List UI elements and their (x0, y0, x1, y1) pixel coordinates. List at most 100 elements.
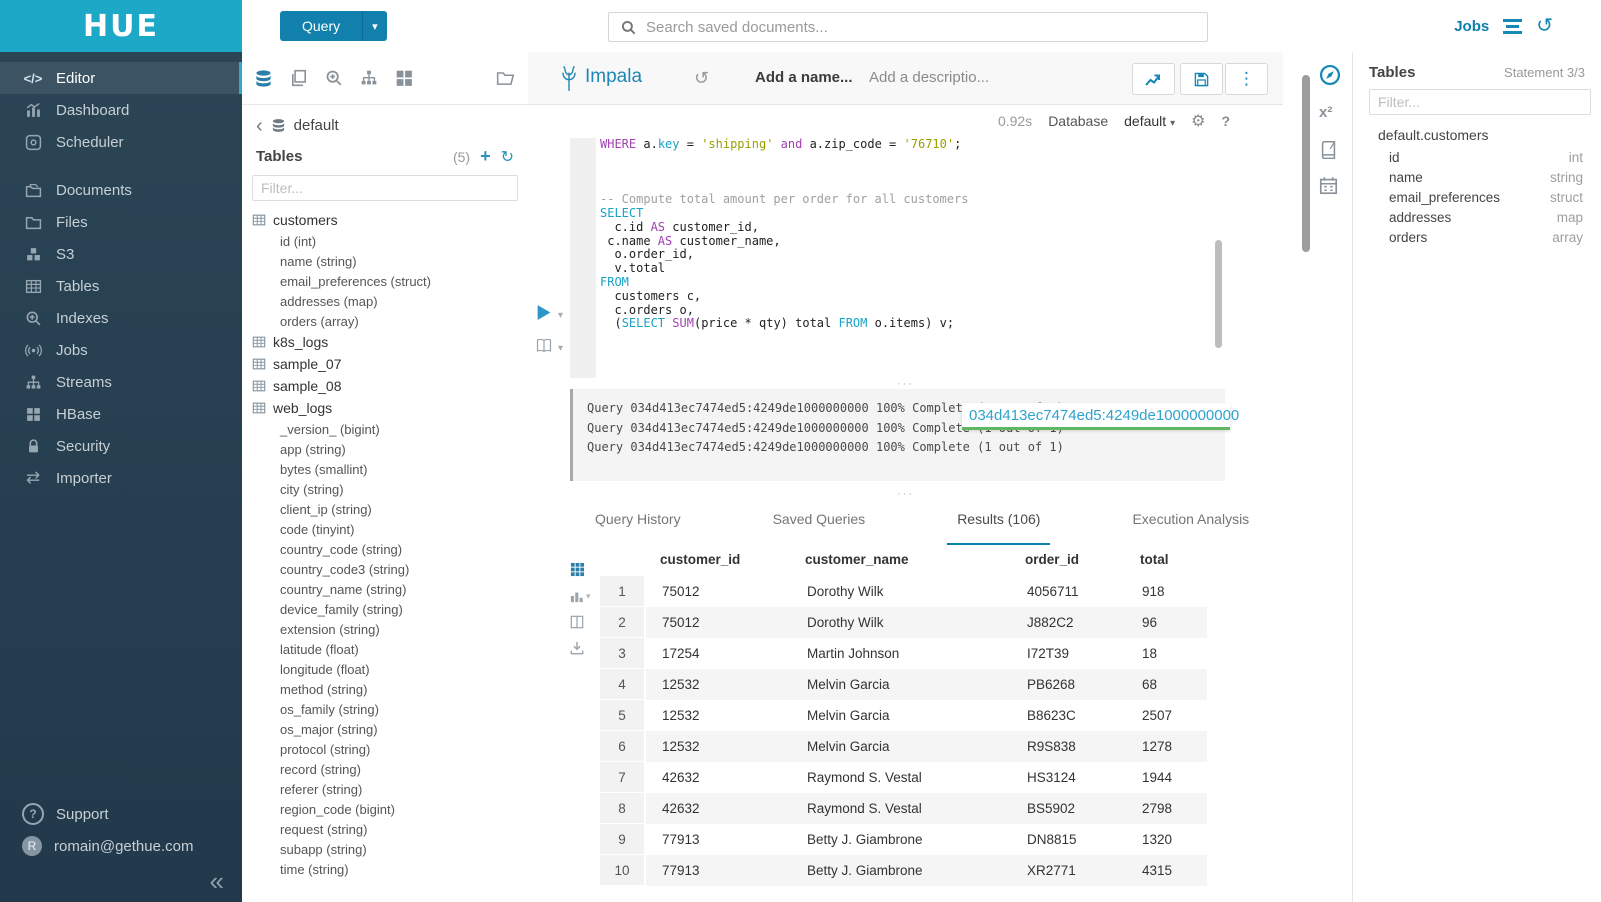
table-row[interactable]: 10 77913 Betty J. Giambrone XR2771 4315 (600, 855, 1205, 886)
code-line[interactable]: 19 -- Compute total amount per order for… (528, 193, 1283, 207)
add-table-icon[interactable]: + (480, 146, 491, 167)
code-line[interactable]: 16 (528, 152, 1283, 166)
sidebar-item-editor[interactable]: </> Editor (0, 62, 242, 94)
table-row[interactable]: 5 12532 Melvin Garcia B8623C 2507 (600, 700, 1205, 731)
search-input[interactable] (644, 18, 1207, 37)
column-row[interactable]: addresses map (1353, 207, 1601, 227)
new-query-button[interactable]: Query ▾ (280, 11, 387, 41)
current-database[interactable]: default (294, 117, 339, 134)
presentation-mode-icon[interactable] (536, 338, 552, 353)
sidebar-item-indexes[interactable]: Indexes (0, 302, 242, 334)
code-line[interactable]: 18 (528, 179, 1283, 193)
query-history-icon[interactable]: ↺ (694, 68, 709, 89)
sidebar-item-tables[interactable]: Tables (0, 270, 242, 302)
sidebar-item-s3[interactable]: S3 (0, 238, 242, 270)
sidebar-item-streams[interactable]: Streams (0, 366, 242, 398)
query-name-field[interactable]: Add a name... (755, 69, 853, 86)
column-row[interactable]: country_name (string) (252, 579, 528, 599)
column-header[interactable]: total (1124, 552, 1205, 567)
run-options-caret[interactable]: ▾ (558, 310, 563, 321)
jobs-link[interactable]: Jobs (1454, 18, 1489, 35)
code-line[interactable]: 25 FROM (528, 276, 1283, 290)
column-header[interactable]: customer_id (644, 552, 789, 567)
column-row[interactable]: os_major (string) (252, 719, 528, 739)
query-button-label[interactable]: Query (280, 11, 362, 41)
tab[interactable]: Results (106) (947, 505, 1050, 545)
hue-logo[interactable]: HUE (0, 0, 242, 52)
query-description-field[interactable]: Add a descriptio... (869, 69, 989, 86)
table-row[interactable]: k8s_logs (252, 331, 528, 353)
sitemap-assist-icon[interactable] (360, 69, 378, 87)
assistant-compass-icon[interactable] (1319, 64, 1341, 86)
column-row[interactable]: id int (1353, 147, 1601, 167)
page-scrollbar[interactable] (1302, 75, 1310, 252)
engine-name[interactable]: Impala (585, 66, 642, 88)
column-row[interactable]: email_preferences struct (1353, 187, 1601, 207)
resize-handle[interactable]: ··· (528, 489, 1283, 499)
column-row[interactable]: app (string) (252, 439, 528, 459)
database-selector[interactable]: default ▾ (1124, 113, 1175, 129)
save-button[interactable] (1180, 63, 1223, 95)
table-row[interactable]: sample_07 (252, 353, 528, 375)
column-row[interactable]: latitude (float) (252, 639, 528, 659)
column-row[interactable]: referer (string) (252, 779, 528, 799)
job-queue-icon[interactable] (1503, 19, 1522, 34)
right-filter[interactable] (1369, 89, 1591, 115)
grid-view-icon[interactable] (570, 562, 585, 577)
run-query-button[interactable] (536, 304, 552, 321)
sidebar-item-documents[interactable]: Documents (0, 174, 242, 206)
language-reference-icon[interactable] (1319, 140, 1338, 159)
sidebar-item-scheduler[interactable]: Scheduler (0, 126, 242, 158)
column-row[interactable]: country_code3 (string) (252, 559, 528, 579)
code-line[interactable]: 23 o.order_id, (528, 248, 1283, 262)
zoom-icon[interactable] (325, 69, 343, 87)
global-search[interactable] (608, 12, 1208, 42)
column-row[interactable]: addresses (map) (252, 291, 528, 311)
table-row[interactable]: 4 12532 Melvin Garcia PB6268 68 (600, 669, 1205, 700)
refresh-icon[interactable]: ↻ (501, 147, 514, 167)
code-line[interactable]: 24 v.total (528, 262, 1283, 276)
table-row[interactable]: 9 77913 Betty J. Giambrone DN8815 1320 (600, 824, 1205, 855)
active-table-row[interactable]: default.customers (1353, 123, 1601, 147)
table-row[interactable]: 2 75012 Dorothy Wilk J882C2 96 (600, 607, 1205, 638)
sidebar-item-files[interactable]: Files (0, 206, 242, 238)
presentation-options-caret[interactable]: ▾ (558, 343, 563, 354)
db-sources-icon[interactable] (254, 69, 273, 88)
column-row[interactable]: method (string) (252, 679, 528, 699)
column-row[interactable]: code (tinyint) (252, 519, 528, 539)
column-row[interactable]: extension (string) (252, 619, 528, 639)
support-link[interactable]: ? Support (0, 798, 242, 830)
settings-gear-icon[interactable]: ⚙ (1191, 111, 1205, 131)
code-line[interactable]: 28 (SELECT SUM(price * qty) total FROM o… (528, 317, 1283, 331)
table-row[interactable]: 3 17254 Martin Johnson I72T39 18 (600, 638, 1205, 669)
column-row[interactable]: email_preferences (struct) (252, 271, 528, 291)
open-folder-icon[interactable] (496, 69, 516, 87)
sidebar-item-jobs[interactable]: Jobs (0, 334, 242, 366)
column-row[interactable]: device_family (string) (252, 599, 528, 619)
column-row[interactable]: time (string) (252, 859, 528, 877)
table-row[interactable]: 7 42632 Raymond S. Vestal HS3124 1944 (600, 762, 1205, 793)
tab[interactable]: Query History (585, 505, 691, 545)
column-row[interactable]: longitude (float) (252, 659, 528, 679)
column-row[interactable]: orders (array) (252, 311, 528, 331)
active-table-name[interactable]: default.customers (1378, 127, 1489, 143)
column-row[interactable]: id (int) (252, 231, 528, 251)
code-line[interactable]: 26 customers c, (528, 290, 1283, 304)
column-row[interactable]: region_code (bigint) (252, 799, 528, 819)
table-row[interactable]: 1 75012 Dorothy Wilk 4056711 918 (600, 576, 1205, 607)
column-header[interactable]: customer_name (789, 552, 1009, 567)
column-row[interactable]: bytes (smallint) (252, 459, 528, 479)
code-line[interactable]: 15 WHERE a.key = 'shipping' and a.zip_co… (528, 138, 1283, 152)
column-row[interactable]: client_ip (string) (252, 499, 528, 519)
sidebar-item-security[interactable]: Security (0, 430, 242, 462)
column-row[interactable]: protocol (string) (252, 739, 528, 759)
column-row[interactable]: country_code (string) (252, 539, 528, 559)
column-row[interactable]: city (string) (252, 479, 528, 499)
sql-editor[interactable]: 15 WHERE a.key = 'shipping' and a.zip_co… (528, 138, 1283, 378)
more-actions-button[interactable]: ⋮ (1225, 63, 1268, 95)
right-filter-input[interactable] (1370, 94, 1590, 110)
column-row[interactable]: record (string) (252, 759, 528, 779)
chart-button[interactable] (1132, 63, 1175, 95)
functions-icon[interactable]: x² (1319, 104, 1332, 121)
code-line[interactable]: 21 c.id AS customer_id, (528, 221, 1283, 235)
